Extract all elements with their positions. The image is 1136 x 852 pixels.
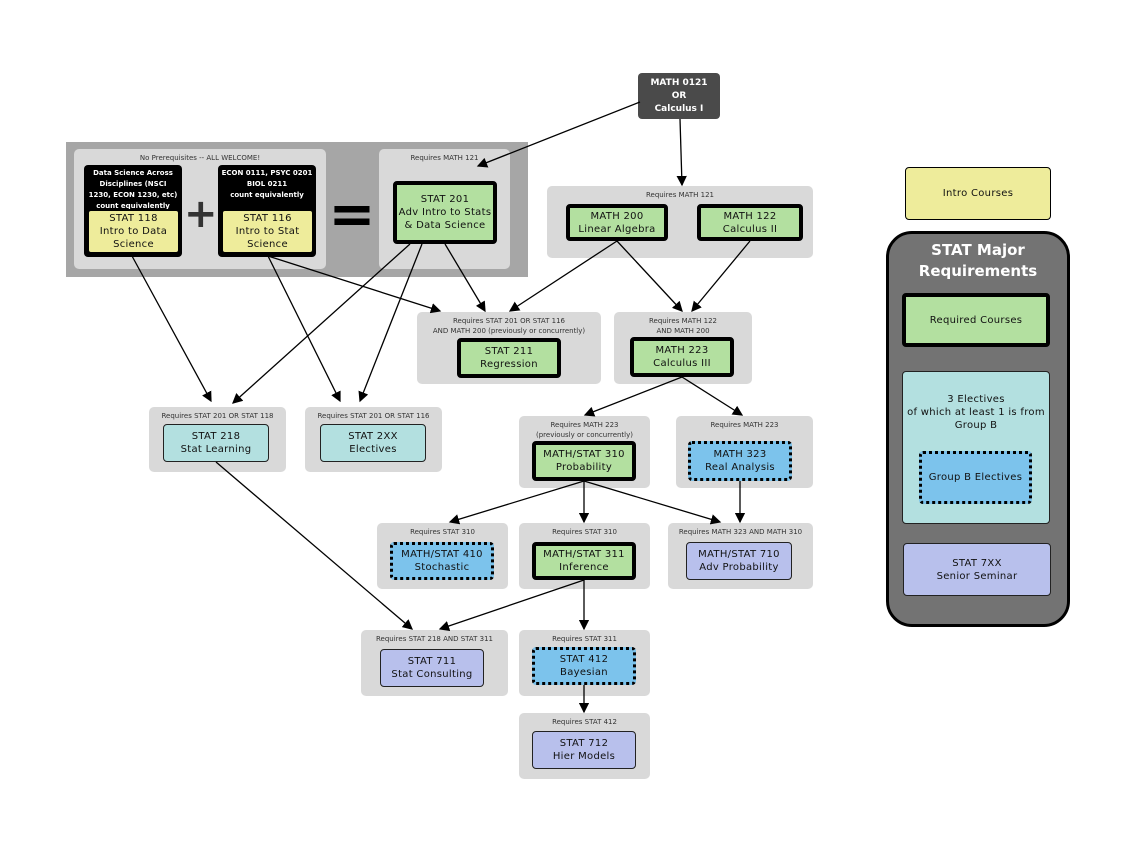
prerequisite-arrow (267, 255, 341, 403)
prerequisite-arrow (691, 240, 751, 313)
prerequisite-arrow (508, 240, 618, 312)
prerequisite-arrow (215, 461, 413, 630)
prerequisite-arrow (232, 243, 411, 404)
legend-group-b: Group B Electives (919, 451, 1032, 504)
prerequisite-arrow (131, 255, 212, 403)
prerequisite-arrow (358, 243, 423, 403)
prerequisite-arrow (583, 376, 683, 417)
prerequisite-arrow (616, 240, 683, 312)
legend-senior-seminar: STAT 7XX Senior Seminar (903, 543, 1051, 596)
prerequisite-arrow (476, 101, 641, 168)
prerequisite-arrow (583, 480, 722, 525)
legend-intro-courses: Intro Courses (905, 167, 1051, 220)
prerequisite-arrow (444, 243, 486, 313)
prerequisite-arrow (681, 376, 744, 416)
legend-required-courses: Required Courses (902, 293, 1050, 347)
prerequisite-arrow (438, 579, 585, 631)
prerequisite-arrow (448, 480, 585, 525)
legend-major-title: STAT Major Requirements (918, 241, 1038, 280)
prerequisite-flowchart: No Prerequisites -- ALL WELCOME! Data Sc… (0, 0, 1136, 852)
prerequisite-arrow (676, 118, 687, 187)
legend-electives-label: 3 Electives of which at least 1 is from … (907, 393, 1045, 431)
